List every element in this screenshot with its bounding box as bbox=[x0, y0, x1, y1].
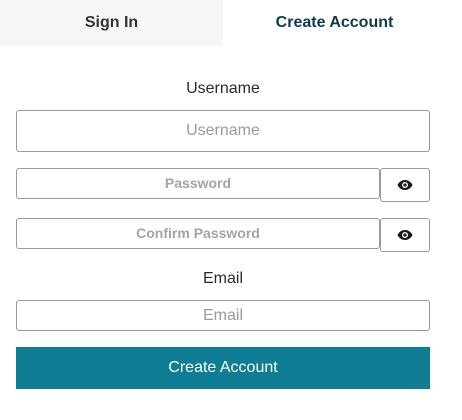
confirm-password-visibility-toggle[interactable] bbox=[380, 218, 430, 252]
username-input[interactable] bbox=[16, 110, 430, 152]
password-input[interactable] bbox=[16, 168, 380, 199]
create-account-button[interactable]: Create Account bbox=[16, 347, 430, 389]
eye-icon bbox=[397, 179, 413, 191]
tab-create-account[interactable]: Create Account bbox=[223, 0, 446, 46]
eye-icon bbox=[397, 229, 413, 241]
confirm-password-input[interactable] bbox=[16, 218, 380, 249]
email-label: Email bbox=[202, 270, 243, 287]
email-input[interactable] bbox=[16, 300, 430, 331]
username-label: Username bbox=[186, 80, 260, 97]
password-visibility-toggle[interactable] bbox=[380, 168, 430, 202]
tab-sign-in[interactable]: Sign In bbox=[0, 0, 223, 46]
tab-bar: Sign In Create Account bbox=[0, 0, 446, 46]
